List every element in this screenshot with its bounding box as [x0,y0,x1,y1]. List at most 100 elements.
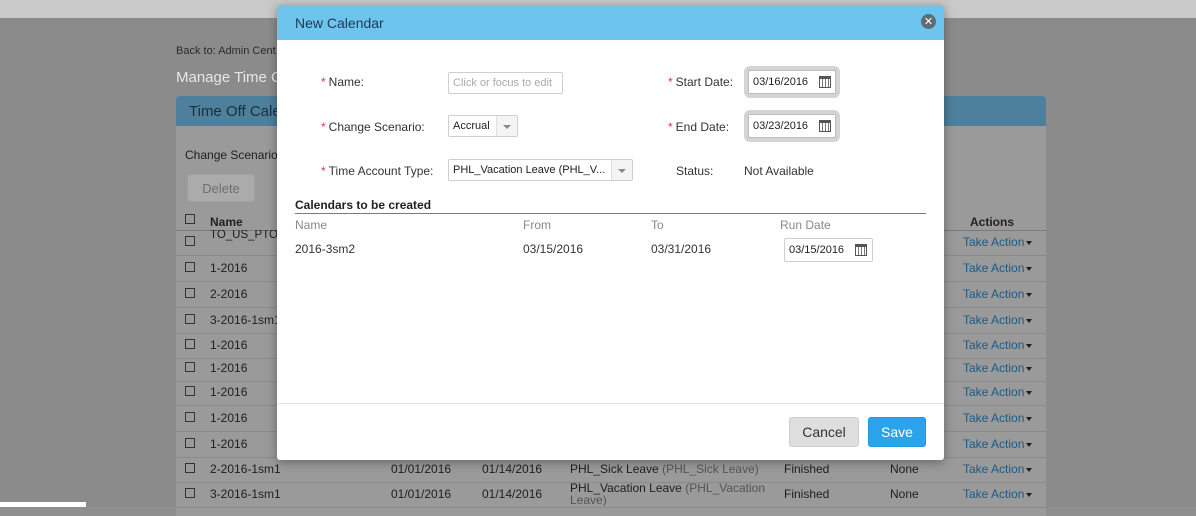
end-date-value: 03/23/2016 [753,120,809,132]
change-scenario-value: Accrual [453,120,490,132]
row-schedule: None [890,487,919,501]
row-status: Finished [784,487,830,501]
take-action-label: Take Action [963,313,1025,327]
take-action-label: Take Action [963,487,1025,501]
row-to: 01/14/2016 [482,487,543,501]
column-header-name: Name [295,218,328,232]
row-checkbox[interactable] [185,386,195,396]
take-action-link[interactable]: Take Action [963,437,1033,451]
required-mark: * [321,120,326,134]
table-row: 2-2016-1sm1 01/01/2016 01/14/2016 PHL_Sick … [176,457,1046,483]
column-header-name[interactable]: Name [210,215,243,229]
required-mark: * [321,75,326,89]
column-header-actions: Actions [970,215,1015,229]
select-all-checkbox[interactable] [185,214,195,224]
calendar-icon[interactable] [855,244,867,256]
take-action-link[interactable]: Take Action [963,411,1033,425]
caret-down-icon[interactable] [1026,366,1033,371]
chevron-down-icon[interactable] [496,116,517,136]
caret-down-icon[interactable] [1026,390,1033,395]
caret-down-icon[interactable] [1026,467,1033,472]
take-action-link[interactable]: Take Action [963,287,1033,301]
required-mark: * [668,120,673,134]
change-scenario-filter-label: Change Scenario: [185,148,282,162]
page-title: Manage Time C [176,69,282,86]
row-checkbox[interactable] [185,339,195,349]
cancel-button[interactable]: Cancel [789,417,859,447]
row-to: 01/14/2016 [482,462,543,476]
take-action-label: Take Action [963,361,1025,375]
change-scenario-select[interactable]: Accrual [448,115,518,137]
row-checkbox[interactable] [185,262,195,272]
end-date-label: * End Date: [668,120,729,134]
run-date-value: 03/15/2016 [789,244,845,256]
time-account-type-label-text: Time Account Type: [328,164,434,178]
row-checkbox[interactable] [185,488,195,498]
chevron-down-icon[interactable] [611,160,632,180]
row-checkbox[interactable] [185,463,195,473]
calendar-row-to: 03/31/2016 [651,242,712,256]
take-action-label: Take Action [963,261,1025,275]
start-date-value: 03/16/2016 [753,76,809,88]
row-checkbox[interactable] [185,362,195,372]
take-action-link[interactable]: Take Action [963,361,1033,375]
start-date-input[interactable]: 03/16/2016 [748,70,836,94]
status-value: Not Available [744,164,814,178]
row-checkbox[interactable] [185,438,195,448]
row-name: 3-2016-1sm1 [210,487,281,501]
calendar-icon[interactable] [819,76,831,88]
caret-down-icon[interactable] [1026,492,1033,497]
caret-down-icon[interactable] [1026,343,1033,348]
caret-down-icon[interactable] [1026,318,1033,323]
caret-down-icon[interactable] [1026,292,1033,297]
caret-down-icon[interactable] [1026,442,1033,447]
start-date-label: * Start Date: [668,75,733,89]
take-action-link[interactable]: Take Action [963,487,1033,501]
save-button[interactable]: Save [868,417,926,447]
name-label: * Name: [321,75,364,89]
take-action-link[interactable]: Take Action [963,338,1033,352]
take-action-label: Take Action [963,338,1025,352]
take-action-link[interactable]: Take Action [963,313,1033,327]
name-input[interactable] [448,72,563,94]
row-checkbox[interactable] [185,236,195,246]
row-checkbox[interactable] [185,288,195,298]
end-date-label-text: End Date: [675,120,730,134]
column-header-run-date: Run Date [780,218,831,232]
footer-divider [277,403,944,404]
caret-down-icon[interactable] [1026,240,1033,245]
run-date-input[interactable]: 03/15/2016 [784,238,873,262]
end-date-input[interactable]: 03/23/2016 [748,114,836,138]
close-icon[interactable]: ✕ [921,14,936,29]
row-from: 01/01/2016 [391,462,452,476]
row-status: Finished [784,462,830,476]
row-checkbox[interactable] [185,314,195,324]
take-action-link[interactable]: Take Action [963,462,1033,476]
name-label-text: Name: [328,75,365,89]
end-date-focus-ring: 03/23/2016 [744,110,840,142]
time-account-type-select[interactable]: PHL_Vacation Leave (PHL_V... [448,159,633,181]
take-action-link[interactable]: Take Action [963,235,1033,249]
delete-button[interactable]: Delete [187,174,255,202]
take-action-label: Take Action [963,437,1025,451]
row-time-account-type: PHL_Vacation Leave (PHL_Vacation Leave) [570,482,780,506]
row-type-name: PHL_Sick Leave [570,462,659,476]
row-from: 01/01/2016 [391,487,452,501]
dialog-header: New Calendar ✕ [277,5,944,40]
take-action-label: Take Action [963,411,1025,425]
calendar-row-from: 03/15/2016 [523,242,584,256]
take-action-link[interactable]: Take Action [963,385,1033,399]
caret-down-icon[interactable] [1026,266,1033,271]
new-calendar-dialog: New Calendar ✕ *Name: *Change Scenario: … [277,5,944,460]
calendars-section-title: Calendars to be created [295,198,432,212]
take-action-label: Take Action [963,462,1025,476]
caret-down-icon[interactable] [1026,416,1033,421]
back-link[interactable]: Back to: Admin Cent [176,45,276,57]
calendar-icon[interactable] [819,120,831,132]
required-mark: * [668,75,673,89]
column-header-from: From [523,218,551,232]
take-action-link[interactable]: Take Action [963,261,1033,275]
status-label: Status: [676,164,714,178]
dialog-title: New Calendar [295,15,384,31]
row-checkbox[interactable] [185,412,195,422]
